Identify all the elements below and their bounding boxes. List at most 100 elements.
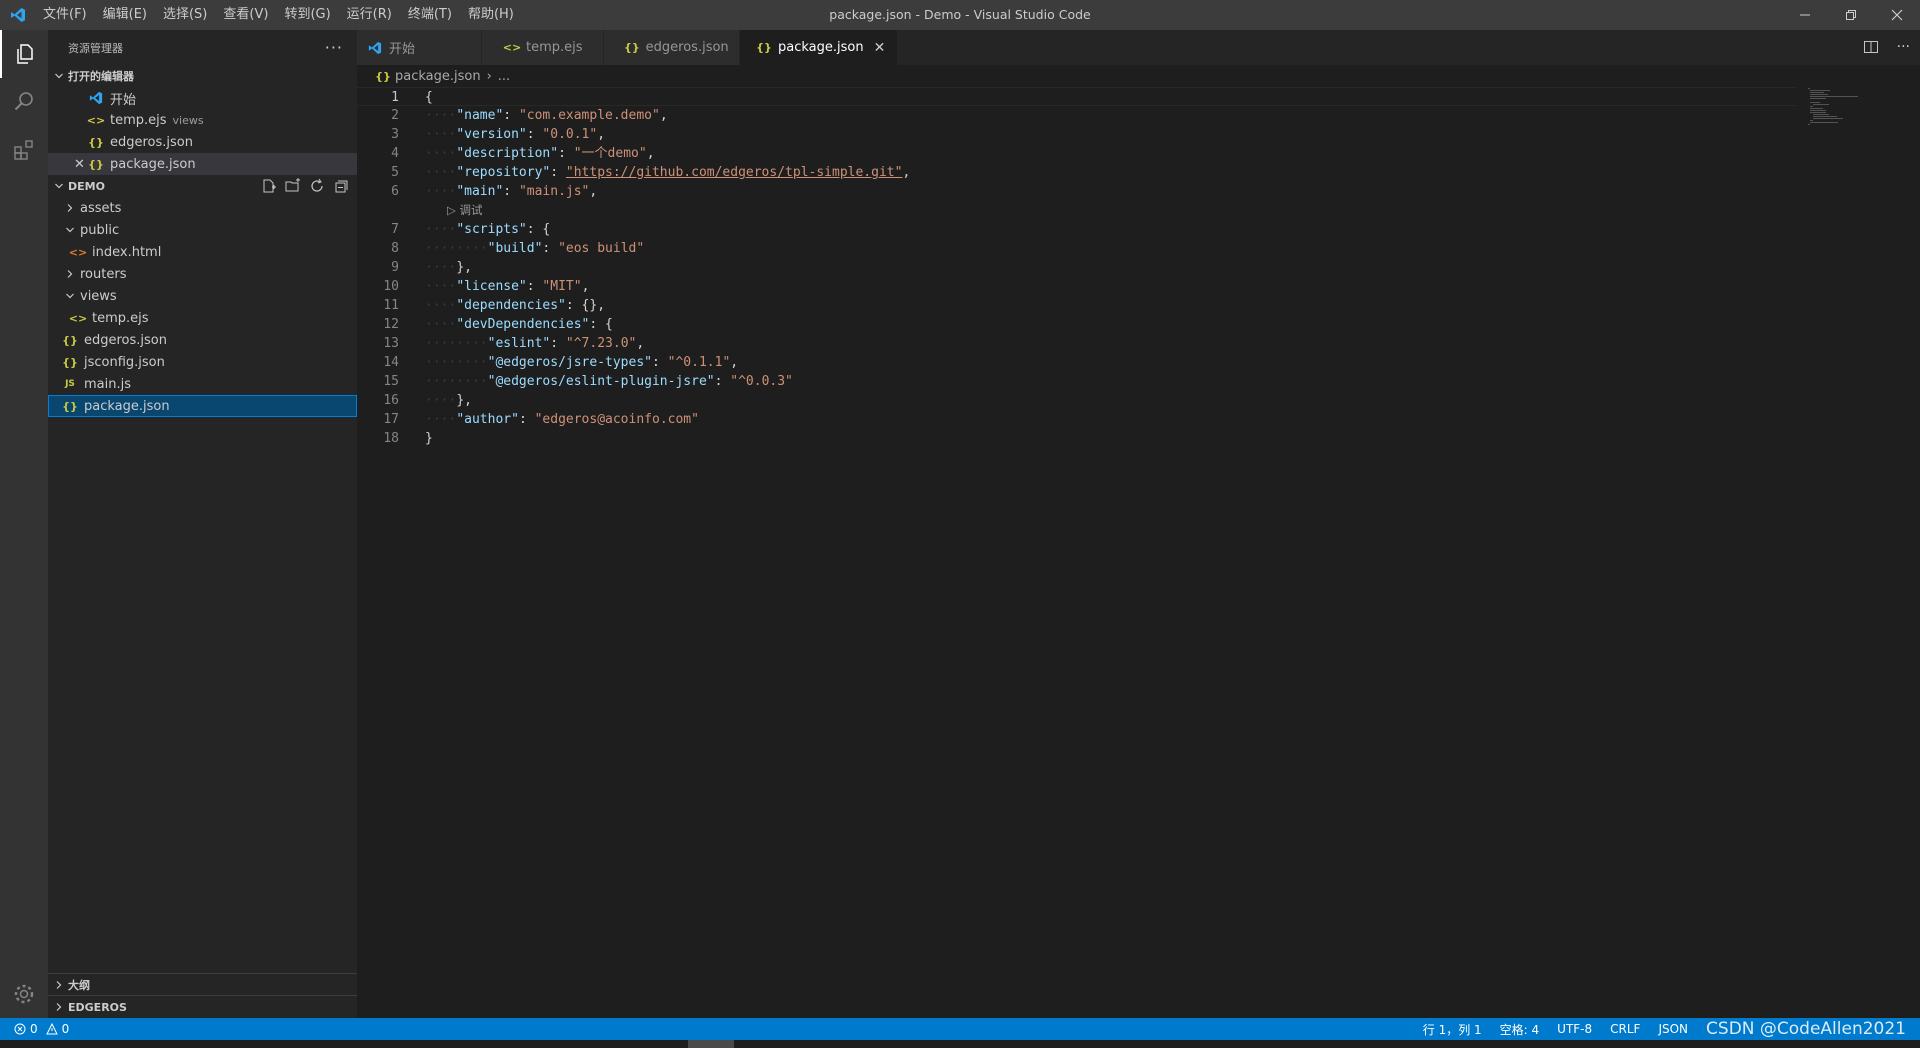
breadcrumb-file[interactable]: package.json xyxy=(395,69,481,84)
line-number: 16 xyxy=(383,393,399,408)
html-file-icon: <> xyxy=(68,245,88,259)
menu-terminal[interactable]: 终端(T) xyxy=(400,0,460,30)
close-icon[interactable]: ✕ xyxy=(874,40,886,56)
indent-guide: ········ xyxy=(425,336,488,351)
code-editor[interactable]: 1{2 ····"name": "com.example.demo", 3 ····"… xyxy=(357,87,1797,448)
tab-label: edgeros.json xyxy=(645,40,729,55)
outline-header[interactable]: 大纲 xyxy=(48,974,357,996)
edgeros-header[interactable]: EDGEROS xyxy=(48,996,357,1018)
code-line[interactable]: 12 ····"devDependencies": { xyxy=(357,315,1797,334)
horizontal-scrollbar[interactable] xyxy=(0,1040,1920,1048)
code-line[interactable]: 4 ····"description": "一个demo", xyxy=(357,144,1797,163)
line-text: { xyxy=(399,88,433,105)
open-editor-item-welcome[interactable]: 开始 xyxy=(48,87,357,109)
collapse-all-icon[interactable] xyxy=(333,178,349,194)
search-icon[interactable] xyxy=(0,78,48,126)
json-key: "devDependencies" xyxy=(456,317,590,332)
new-folder-icon[interactable] xyxy=(285,178,301,194)
folder-header[interactable]: DEMO xyxy=(48,175,357,197)
codelens-label: 调试 xyxy=(459,203,483,217)
explorer-icon[interactable] xyxy=(0,30,48,78)
line-number: 11 xyxy=(383,298,399,313)
language-mode[interactable]: JSON xyxy=(1658,1022,1688,1036)
more-actions-icon[interactable]: ··· xyxy=(325,38,343,57)
code-line[interactable]: 6 ····"main": "main.js", xyxy=(357,182,1797,201)
cursor-position[interactable]: 行 1，列 1 xyxy=(1423,1021,1482,1038)
code-line[interactable]: 10 ····"license": "MIT", xyxy=(357,277,1797,296)
open-editor-item-temp-ejs[interactable]: <> temp.ejs views xyxy=(48,109,357,131)
code-line[interactable]: 1{ xyxy=(357,87,1797,106)
code-line[interactable]: 18} xyxy=(357,429,1797,448)
close-window-button[interactable] xyxy=(1874,0,1920,30)
encoding[interactable]: UTF-8 xyxy=(1557,1022,1592,1036)
folder-actions xyxy=(261,178,349,194)
tab-edgeros-json[interactable]: {} edgeros.json xyxy=(604,30,740,65)
open-editors-header[interactable]: 打开的编辑器 xyxy=(48,65,357,87)
split-editor-icon[interactable] xyxy=(1863,39,1879,55)
indentation[interactable]: 空格: 4 xyxy=(1500,1021,1540,1038)
tab-label: 开始 xyxy=(389,42,416,57)
close-icon[interactable]: ✕ xyxy=(74,157,85,172)
json-key: "description" xyxy=(456,146,559,161)
code-line[interactable]: 13 ········"eslint": "^7.23.0", xyxy=(357,334,1797,353)
codelens-debug[interactable]: ▷ 调试 xyxy=(357,201,1797,220)
tab-temp-ejs[interactable]: <> temp.ejs xyxy=(482,30,604,65)
code-line[interactable]: 14 ········"@edgeros/jsre-types": "^0.1.1… xyxy=(357,353,1797,372)
menu-view[interactable]: 查看(V) xyxy=(215,0,276,30)
open-editor-item-package-json[interactable]: ✕ {} package.json xyxy=(48,153,357,175)
new-file-icon[interactable] xyxy=(261,178,277,194)
indent-guide: ···· xyxy=(425,146,457,161)
tree-file-main-js[interactable]: JS main.js xyxy=(48,373,357,395)
chevron-down-icon xyxy=(62,291,78,301)
tree-file-temp-ejs[interactable]: <> temp.ejs xyxy=(48,307,357,329)
extensions-icon[interactable] xyxy=(0,126,48,174)
code-line[interactable]: 17 ····"author": "edgeros@acoinfo.com" xyxy=(357,410,1797,429)
settings-gear-icon[interactable] xyxy=(0,970,48,1018)
code-line[interactable]: 3 ····"version": "0.0.1", xyxy=(357,125,1797,144)
breadcrumb-symbol[interactable]: ... xyxy=(498,69,510,84)
menu-file[interactable]: 文件(F) xyxy=(35,0,95,30)
json-value[interactable]: "https://github.com/edgeros/tpl-simple.g… xyxy=(566,165,903,180)
problems-indicator[interactable]: 0 0 xyxy=(14,1018,69,1040)
code-line[interactable]: 2 ····"name": "com.example.demo", xyxy=(357,106,1797,125)
tree-file-edgeros-json[interactable]: {} edgeros.json xyxy=(48,329,357,351)
tree-file-index-html[interactable]: <> index.html xyxy=(48,241,357,263)
end-of-line[interactable]: CRLF xyxy=(1610,1022,1640,1036)
indent-guide: ···· xyxy=(425,222,457,237)
code-line[interactable]: 16 ····}, xyxy=(357,391,1797,410)
refresh-icon[interactable] xyxy=(309,178,325,194)
vscode-logo-icon xyxy=(88,91,104,105)
menu-edit[interactable]: 编辑(E) xyxy=(95,0,155,30)
more-actions-icon[interactable]: ··· xyxy=(1897,39,1910,55)
minimize-button[interactable] xyxy=(1782,0,1828,30)
scrollbar-thumb[interactable] xyxy=(688,1040,734,1048)
code-line[interactable]: 11 ····"dependencies": {}, xyxy=(357,296,1797,315)
chevron-right-icon xyxy=(62,269,78,279)
menu-run[interactable]: 运行(R) xyxy=(339,0,400,30)
code-line[interactable]: 8 ········"build": "eos build" xyxy=(357,239,1797,258)
line-number: 15 xyxy=(383,374,399,389)
menu-help[interactable]: 帮助(H) xyxy=(460,0,522,30)
tree-folder-views[interactable]: views xyxy=(48,285,357,307)
tree-file-package-json[interactable]: {} package.json xyxy=(48,395,357,417)
json-value: "一个demo" xyxy=(573,146,647,161)
tab-package-json[interactable]: {} package.json ✕ xyxy=(740,30,899,65)
editor-tabs: 开始 <> temp.ejs {} edgeros.json {} packag… xyxy=(357,30,1920,65)
restore-button[interactable] xyxy=(1828,0,1874,30)
indent-guide: ········ xyxy=(425,241,488,256)
tab-welcome[interactable]: 开始 xyxy=(357,30,482,65)
tree-folder-routers[interactable]: routers xyxy=(48,263,357,285)
code-line[interactable]: 5 ····"repository": "https://github.com/e… xyxy=(357,163,1797,182)
tree-label: jsconfig.json xyxy=(84,354,165,370)
minimap[interactable] xyxy=(1806,87,1906,127)
code-line[interactable]: 9 ····}, xyxy=(357,258,1797,277)
open-editor-item-edgeros-json[interactable]: {} edgeros.json xyxy=(48,131,357,153)
tree-folder-public[interactable]: public xyxy=(48,219,357,241)
code-line[interactable]: 15 ········"@edgeros/eslint-plugin-jsre":… xyxy=(357,372,1797,391)
menu-go[interactable]: 转到(G) xyxy=(276,0,338,30)
open-editors-label: 打开的编辑器 xyxy=(68,70,134,83)
menu-selection[interactable]: 选择(S) xyxy=(155,0,215,30)
tree-file-jsconfig-json[interactable]: {} jsconfig.json xyxy=(48,351,357,373)
tree-folder-assets[interactable]: assets xyxy=(48,197,357,219)
code-line[interactable]: 7 ····"scripts": { xyxy=(357,220,1797,239)
